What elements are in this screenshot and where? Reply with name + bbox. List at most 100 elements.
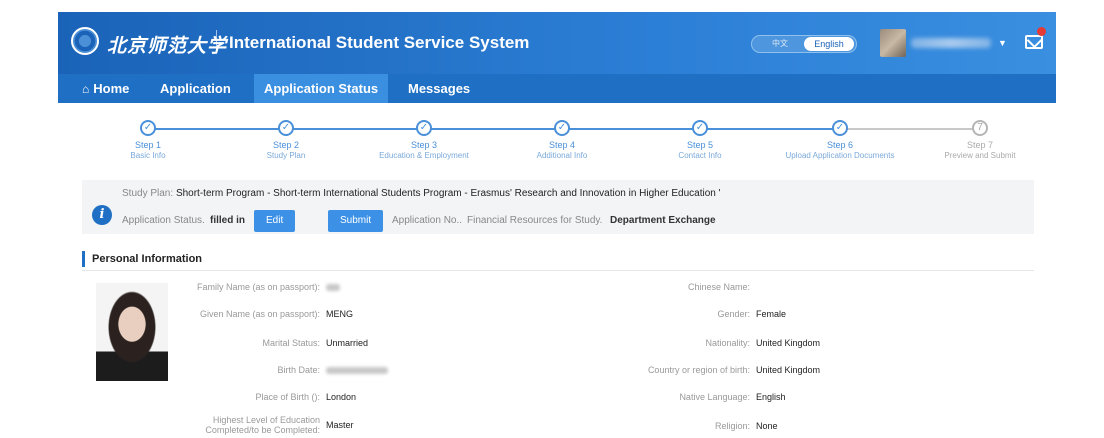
field-native-language: Native Language: English — [600, 392, 786, 402]
field-value: MENG — [326, 309, 353, 319]
study-plan-value: Short-term Program - Short-term Internat… — [175, 188, 721, 199]
field-birth-date: Birth Date: — [170, 365, 388, 375]
field-label: Family Name (as on passport): — [196, 282, 320, 292]
field-marital-status: Marital Status: Unmarried — [170, 338, 368, 348]
field-value: United Kingdom — [756, 365, 821, 375]
study-plan-line: Study Plan: Short-term Program - Short-t… — [122, 188, 721, 199]
step-title: Step 4 — [548, 140, 576, 150]
application-number-label: Application No.. — [392, 215, 463, 226]
field-label: Religion: — [714, 421, 750, 431]
submit-button[interactable]: Submit — [328, 210, 384, 232]
step-subtitle: Education & Employment — [379, 151, 469, 160]
step-title: Step 6 — [826, 140, 854, 150]
funding-value: Department Exchange — [610, 215, 716, 226]
redacted-value — [326, 284, 340, 292]
field-nationality: Nationality: United Kingdom — [600, 338, 820, 348]
field-value: English — [756, 392, 786, 402]
step-subtitle: Basic Info — [130, 151, 166, 160]
field-label: Given Name (as on passport): — [199, 309, 320, 319]
step-7[interactable]: 7 Step 7 Preview and Submit — [910, 118, 1050, 160]
field-label: Native Language: — [679, 392, 750, 402]
field-value: Unmarried — [326, 338, 369, 348]
nav-application-status[interactable]: Application Status — [254, 74, 389, 103]
info-icon: i — [92, 205, 112, 225]
step-title: Step 2 — [272, 140, 300, 150]
field-value: Female — [756, 309, 787, 319]
language-option-english[interactable]: English — [804, 37, 854, 51]
nav-application[interactable]: Application — [150, 74, 241, 103]
step-2[interactable]: ✓ Step 2 Study Plan — [216, 118, 356, 160]
step-6[interactable]: ✓ Step 6 Upload Application Documents — [770, 118, 910, 160]
system-title: International Student Service System — [229, 33, 530, 52]
check-icon: ✓ — [278, 120, 294, 136]
field-label: Chinese Name: — [687, 282, 750, 292]
section-accent-bar — [82, 251, 85, 267]
step-subtitle: Contact Info — [678, 151, 722, 160]
field-value: London — [326, 392, 357, 402]
check-icon: ✓ — [832, 120, 848, 136]
step-subtitle: Upload Application Documents — [785, 151, 895, 160]
field-gender: Gender: Female — [600, 309, 786, 319]
check-icon: ✓ — [554, 120, 570, 136]
step-3[interactable]: ✓ Step 3 Education & Employment — [354, 118, 494, 160]
check-icon: ✓ — [140, 120, 156, 136]
application-steps: ✓ Step 1 Basic Info ✓ Step 2 Study Plan … — [58, 118, 1056, 168]
step-5[interactable]: ✓ Step 5 Contact Info — [630, 118, 770, 160]
applicant-photo — [96, 283, 168, 381]
field-value: None — [756, 421, 778, 431]
header-divider — [216, 30, 217, 54]
step-subtitle: Study Plan — [266, 151, 306, 160]
field-religion: Religion: None — [600, 421, 778, 431]
edit-button[interactable]: Edit — [254, 210, 296, 232]
university-seal-icon — [71, 27, 99, 55]
status-value: filled in — [210, 215, 245, 226]
status-label: Application Status. — [122, 215, 205, 226]
field-highest-education: Highest Level of Education Completed/to … — [170, 415, 354, 435]
chevron-down-icon[interactable]: ▼ — [998, 38, 1007, 48]
study-plan-label: Study Plan: — [122, 188, 174, 199]
step-title: Step 5 — [686, 140, 714, 150]
step-title: Step 7 — [966, 140, 994, 150]
nav-home[interactable]: ⌂ Home — [72, 74, 139, 103]
check-icon: ✓ — [416, 120, 432, 136]
step-title: Step 3 — [410, 140, 438, 150]
main-nav: ⌂ Home Application Application Status Mes… — [58, 74, 1056, 103]
field-family-name: Family Name (as on passport): — [170, 282, 340, 292]
field-label: Gender: — [717, 309, 750, 319]
field-place-of-birth: Place of Birth (): London — [170, 392, 356, 402]
nav-application-status-label: Application Status — [264, 81, 379, 96]
step-4[interactable]: ✓ Step 4 Additional Info — [492, 118, 632, 160]
nav-home-label: Home — [93, 81, 130, 96]
field-label: Country or region of birth: — [647, 365, 750, 375]
field-value: Master — [326, 420, 354, 430]
university-logo-text: 北京师范大学 — [107, 35, 228, 57]
language-option-chinese[interactable]: 中文 — [756, 37, 804, 51]
top-header: 北京师范大学 International Student Service Sys… — [58, 12, 1056, 74]
application-info-panel: i Study Plan: Short-term Program - Short… — [82, 180, 1034, 234]
field-label: Nationality: — [705, 338, 750, 348]
personal-information-header: Personal Information — [82, 248, 1034, 271]
field-chinese-name: Chinese Name: — [600, 282, 756, 292]
language-toggle[interactable]: 中文 English — [751, 35, 857, 53]
check-icon: ✓ — [692, 120, 708, 136]
step-title: Step 1 — [134, 140, 162, 150]
section-title: Personal Information — [92, 253, 203, 265]
redacted-value — [326, 367, 388, 375]
user-avatar[interactable] — [880, 29, 906, 57]
field-country-of-birth: Country or region of birth: United Kingdo… — [600, 365, 820, 375]
field-label: Place of Birth (): — [255, 392, 320, 402]
field-label: Highest Level of Education Completed/to … — [205, 415, 320, 435]
field-label: Marital Status: — [262, 338, 320, 348]
user-name-redacted[interactable] — [911, 38, 991, 48]
step-number: 7 — [972, 120, 988, 136]
step-subtitle: Preview and Submit — [944, 151, 1016, 160]
nav-messages[interactable]: Messages — [398, 74, 480, 103]
nav-messages-label: Messages — [408, 81, 471, 96]
nav-application-label: Application — [160, 81, 231, 96]
mail-icon[interactable] — [1025, 35, 1043, 49]
field-given-name: Given Name (as on passport): MENG — [170, 309, 353, 319]
field-value: United Kingdom — [756, 338, 821, 348]
step-1[interactable]: ✓ Step 1 Basic Info — [78, 118, 218, 160]
funding-label: Financial Resources for Study. — [467, 215, 603, 226]
step-subtitle: Additional Info — [536, 151, 588, 160]
